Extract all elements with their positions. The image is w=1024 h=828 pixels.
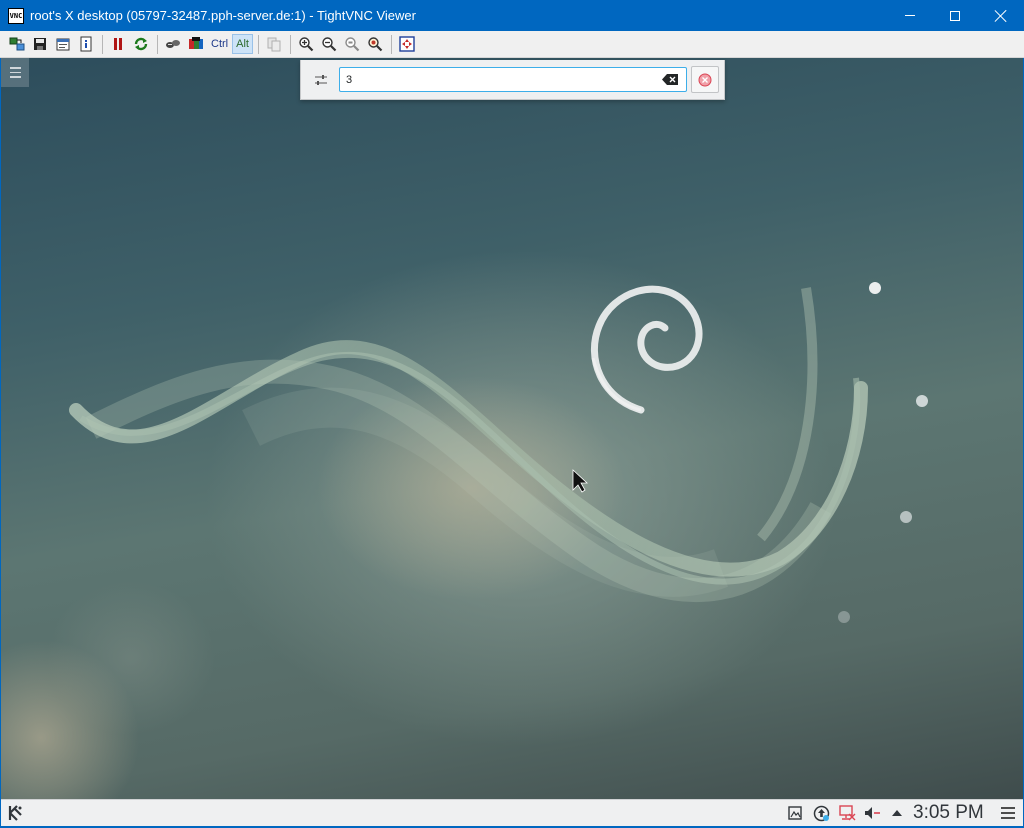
window-titlebar: VNC root's X desktop (05797-32487.pph-se…: [0, 0, 1024, 31]
minimize-button[interactable]: [887, 0, 933, 31]
network-tray-button[interactable]: [838, 804, 856, 822]
remote-desktop[interactable]: [1, 58, 1023, 799]
new-connection-icon: [9, 37, 25, 51]
krunner-search-bar: [300, 60, 725, 100]
maximize-icon: [950, 10, 960, 21]
ctrl-alt-del-button[interactable]: [162, 33, 184, 55]
options-icon: [56, 38, 70, 51]
krunner-close-button[interactable]: [691, 66, 719, 93]
bokeh-dot: [838, 611, 850, 623]
new-connection-button[interactable]: [6, 33, 28, 55]
network-disconnected-icon: [839, 805, 856, 821]
bokeh-dot: [869, 282, 881, 294]
zoom-out-icon: [322, 37, 337, 52]
close-icon: [995, 10, 1007, 22]
kde-logo-icon: [8, 805, 22, 821]
clipboard-tray-button[interactable]: [786, 804, 804, 822]
krunner-search-input[interactable]: [339, 67, 687, 92]
pause-button[interactable]: [107, 33, 129, 55]
close-circle-icon: [698, 73, 712, 86]
ctrl-key-button[interactable]: Ctrl: [208, 34, 231, 54]
desktop-toolbox-button[interactable]: [1, 58, 29, 87]
zoom-auto-icon: [368, 37, 383, 52]
zoom-100-icon: [345, 37, 360, 52]
fullscreen-button[interactable]: [396, 33, 418, 55]
ctrl-esc-icon: [189, 37, 203, 49]
window-frame: [0, 58, 1, 826]
refresh-icon: [134, 37, 148, 51]
save-button[interactable]: [29, 33, 51, 55]
desktop-wallpaper: [69, 282, 928, 623]
bokeh-dot: [900, 511, 912, 523]
fullscreen-icon: [399, 36, 415, 52]
connection-info-button[interactable]: [75, 33, 97, 55]
expand-tray-button[interactable]: [888, 804, 906, 822]
zoom-100-button[interactable]: [341, 33, 363, 55]
ctrl-esc-button[interactable]: [185, 33, 207, 55]
zoom-in-button[interactable]: [295, 33, 317, 55]
zoom-in-icon: [299, 37, 314, 52]
pause-icon: [114, 38, 122, 50]
bokeh-dot: [916, 395, 928, 407]
window-title: root's X desktop (05797-32487.pph-server…: [30, 8, 416, 23]
hamburger-icon: [9, 67, 21, 69]
volume-icon: [865, 807, 880, 819]
debian-logo-icon: [591, 285, 703, 414]
digital-clock[interactable]: 3:05 PM: [913, 800, 984, 826]
refresh-button[interactable]: [130, 33, 152, 55]
zoom-auto-button[interactable]: [364, 33, 386, 55]
toolbar-separator: [289, 34, 291, 54]
updates-tray-button[interactable]: [812, 804, 830, 822]
expand-tray-icon: [892, 810, 902, 816]
minimize-icon: [905, 15, 915, 16]
options-button[interactable]: [52, 33, 74, 55]
clipboard-transfer-button[interactable]: [263, 33, 285, 55]
application-launcher-button[interactable]: [6, 803, 26, 823]
panel-options-button[interactable]: [1001, 807, 1015, 819]
zoom-out-button[interactable]: [318, 33, 340, 55]
clipboard-icon: [788, 806, 802, 820]
mouse-cursor-icon: [572, 469, 589, 493]
toolbar-separator: [390, 34, 392, 54]
alt-key-button[interactable]: Alt: [232, 34, 253, 54]
maximize-button[interactable]: [932, 0, 978, 31]
ctrl-alt-del-icon: [166, 40, 180, 48]
close-button[interactable]: [978, 0, 1024, 31]
hamburger-icon: [1001, 807, 1015, 809]
vnc-toolbar: Ctrl Alt: [0, 31, 1024, 58]
toolbar-separator: [257, 34, 259, 54]
tightvnc-app-icon: VNC: [8, 7, 24, 24]
save-icon: [34, 38, 46, 50]
plasma-panel: 3:05 PM: [1, 799, 1023, 826]
connection-info-icon: [80, 36, 92, 52]
toolbar-separator: [102, 34, 103, 54]
toolbar-separator: [157, 34, 158, 54]
clipboard-icon: [267, 37, 281, 52]
configure-icon[interactable]: [313, 72, 329, 88]
updates-icon: [813, 805, 829, 821]
clear-text-icon[interactable]: [662, 73, 679, 86]
volume-tray-button[interactable]: [863, 804, 881, 822]
